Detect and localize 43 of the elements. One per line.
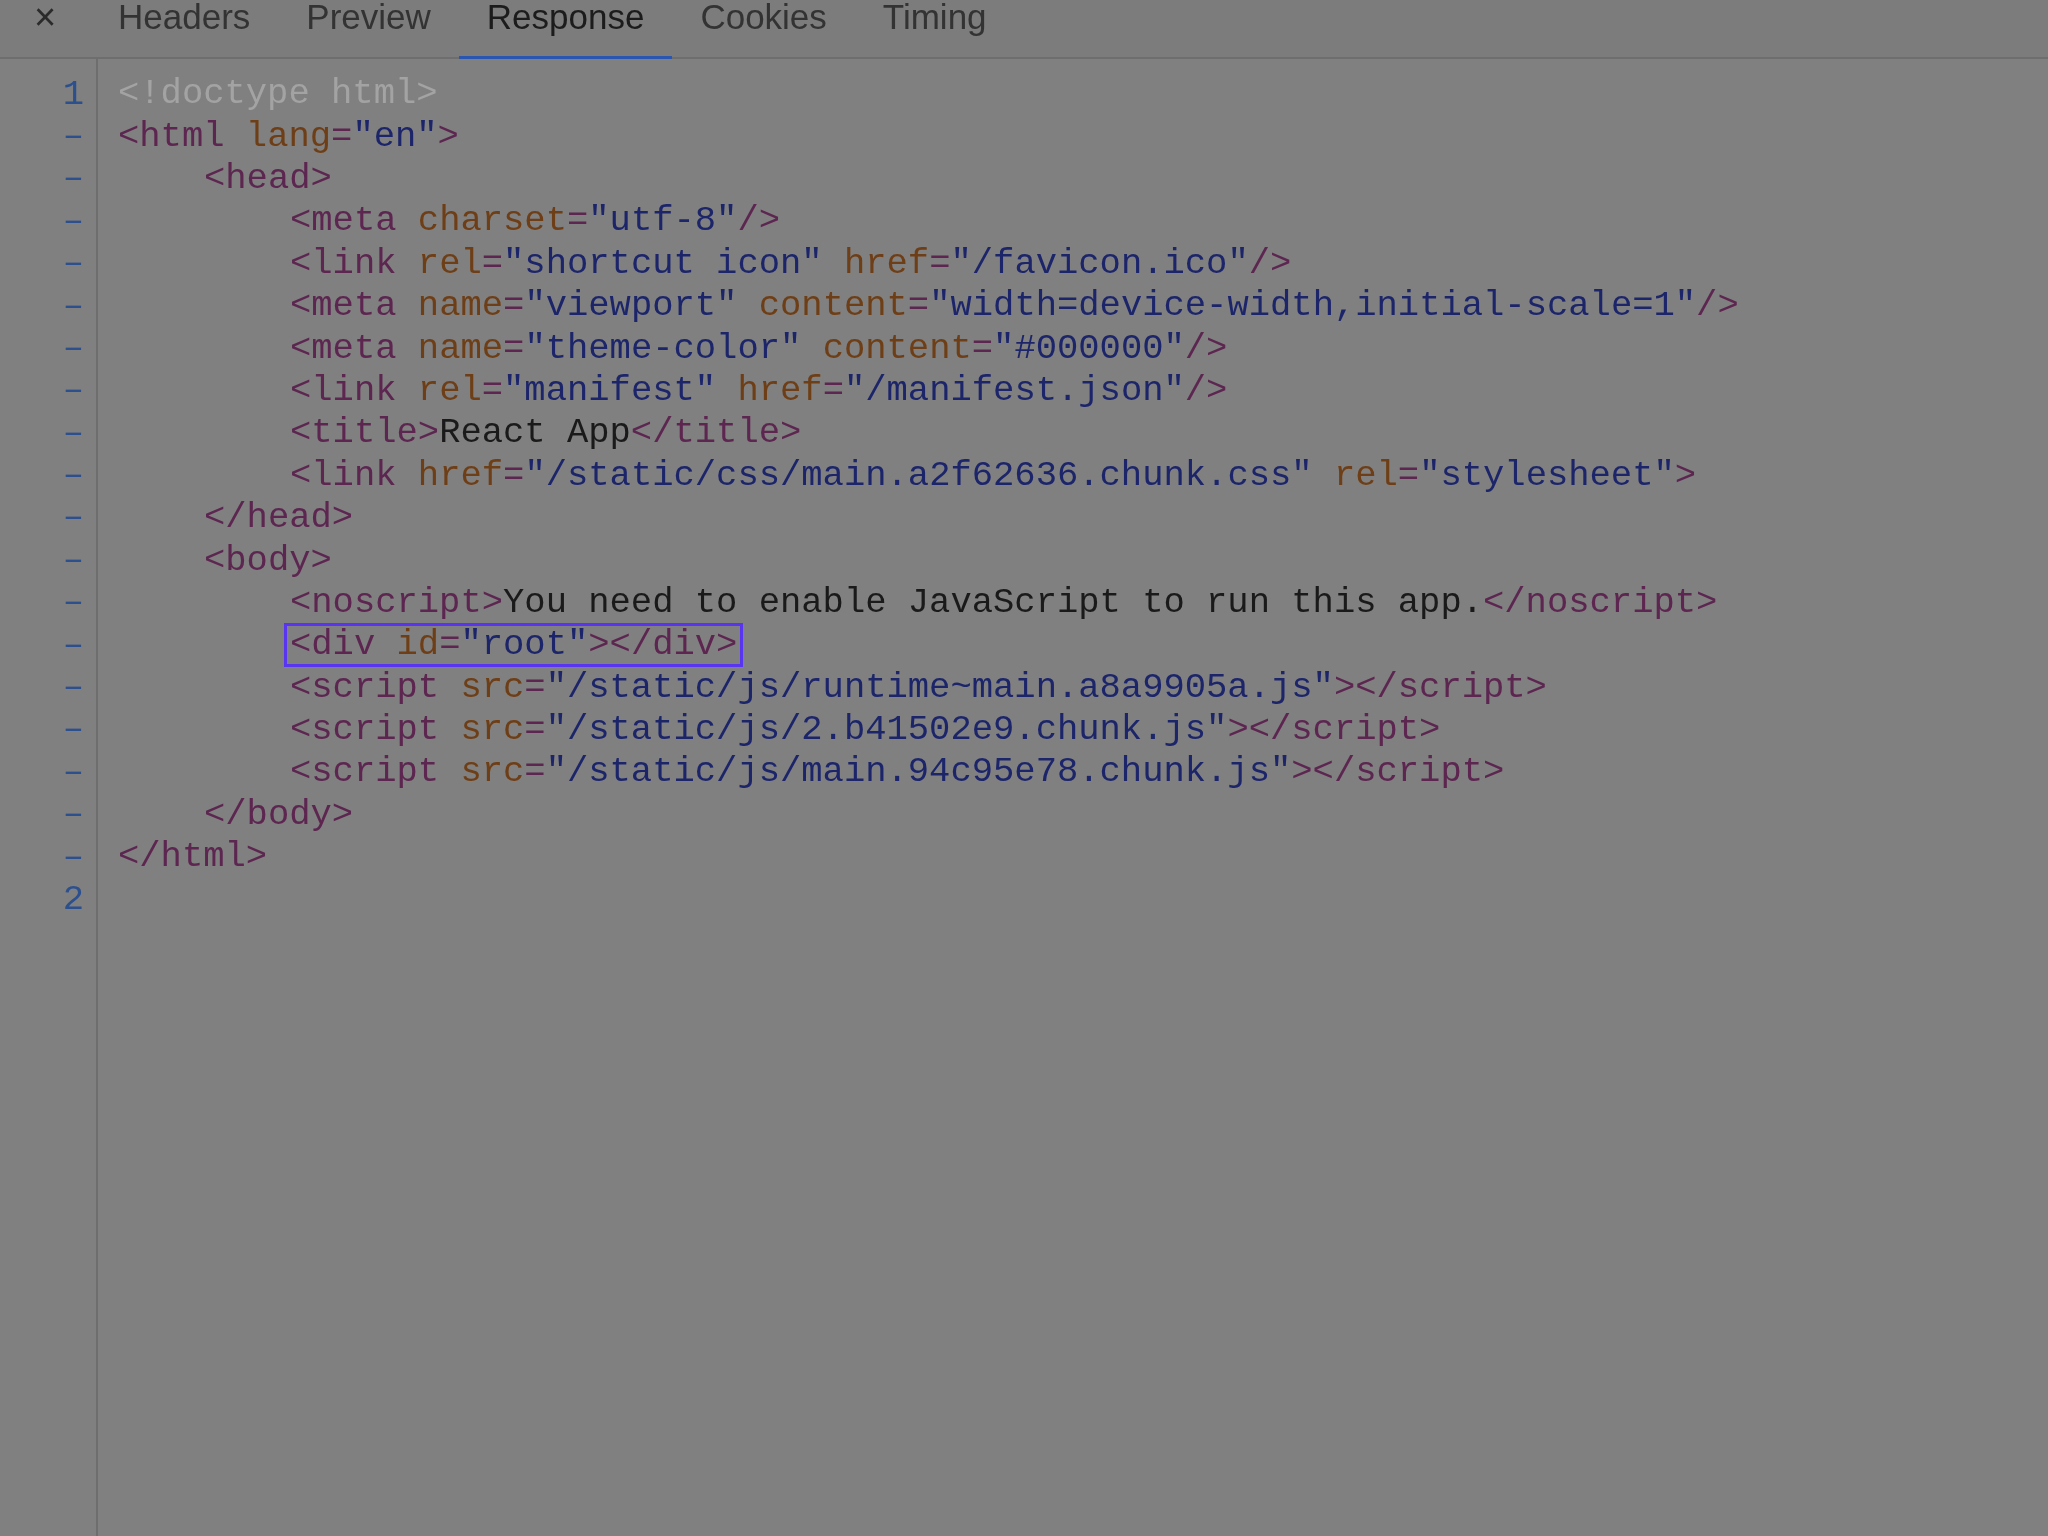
code-line: <link rel="shortcut icon" href="/favicon.ico"/>: [289, 241, 1293, 286]
line-gutter-marker: –: [61, 708, 85, 753]
code-line: <html lang="en">: [117, 114, 460, 159]
code-line: <script src="/static/js/main.94c95e78.chunk.js"></script>: [289, 750, 1506, 795]
line-gutter-marker: –: [61, 581, 85, 626]
code-line: <meta name="theme-color" content="#000000"/>: [289, 326, 1229, 371]
code-line: </html>: [117, 835, 269, 880]
code-line: </body>: [203, 792, 355, 837]
code-line: <body>: [203, 538, 333, 583]
line-gutter-marker: –: [61, 750, 85, 795]
code-line: <link rel="manifest" href="/manifest.json"/>: [289, 368, 1229, 413]
code-line: <noscript>You need to enable JavaScript to run this app.</noscript>: [289, 580, 1719, 625]
line-gutter-marker: –: [61, 411, 85, 456]
line-gutter-marker: –: [61, 326, 85, 371]
line-gutter-marker: –: [61, 454, 85, 499]
line-gutter-marker: –: [61, 157, 85, 202]
line-gutter-marker: –: [61, 369, 85, 414]
code-line: <script src="/static/js/runtime~main.a8a9905a.js"></script>: [289, 665, 1548, 710]
code-line: <link href="/static/css/main.a2f62636.chunk.css" rel="stylesheet">: [289, 453, 1698, 498]
line-gutter-marker: –: [61, 284, 85, 329]
line-gutter-marker: –: [61, 623, 85, 668]
close-button[interactable]: ×: [0, 0, 90, 34]
code-line: <meta name="viewport" content="width=device-width,initial-scale=1"/>: [289, 284, 1740, 329]
code-line: <title>React App</title>: [289, 411, 803, 456]
line-gutter-marker: –: [61, 114, 85, 159]
code-line: <head>: [203, 157, 333, 201]
line-gutter-marker: 2: [61, 878, 85, 922]
tab[interactable]: Timing: [854, 0, 1015, 59]
tab[interactable]: Preview: [278, 0, 459, 59]
line-gutter-marker: –: [61, 242, 85, 287]
line-gutter-marker: 1: [61, 72, 85, 117]
line-gutter-marker: –: [61, 538, 85, 583]
line-gutter-marker: –: [61, 666, 85, 711]
line-gutter-marker: –: [61, 835, 85, 880]
code-line: </head>: [203, 496, 355, 541]
line-gutter-marker: –: [61, 199, 85, 244]
tab[interactable]: Cookies: [672, 0, 855, 59]
code-line: <script src="/static/js/2.b41502e9.chunk.js"></script>: [289, 708, 1442, 753]
code-line: <meta charset="utf-8"/>: [289, 199, 781, 244]
tab[interactable]: Headers: [90, 0, 279, 59]
line-gutter-marker: –: [61, 496, 85, 541]
tab[interactable]: Response: [458, 0, 673, 59]
line-gutter-marker: –: [61, 793, 85, 838]
